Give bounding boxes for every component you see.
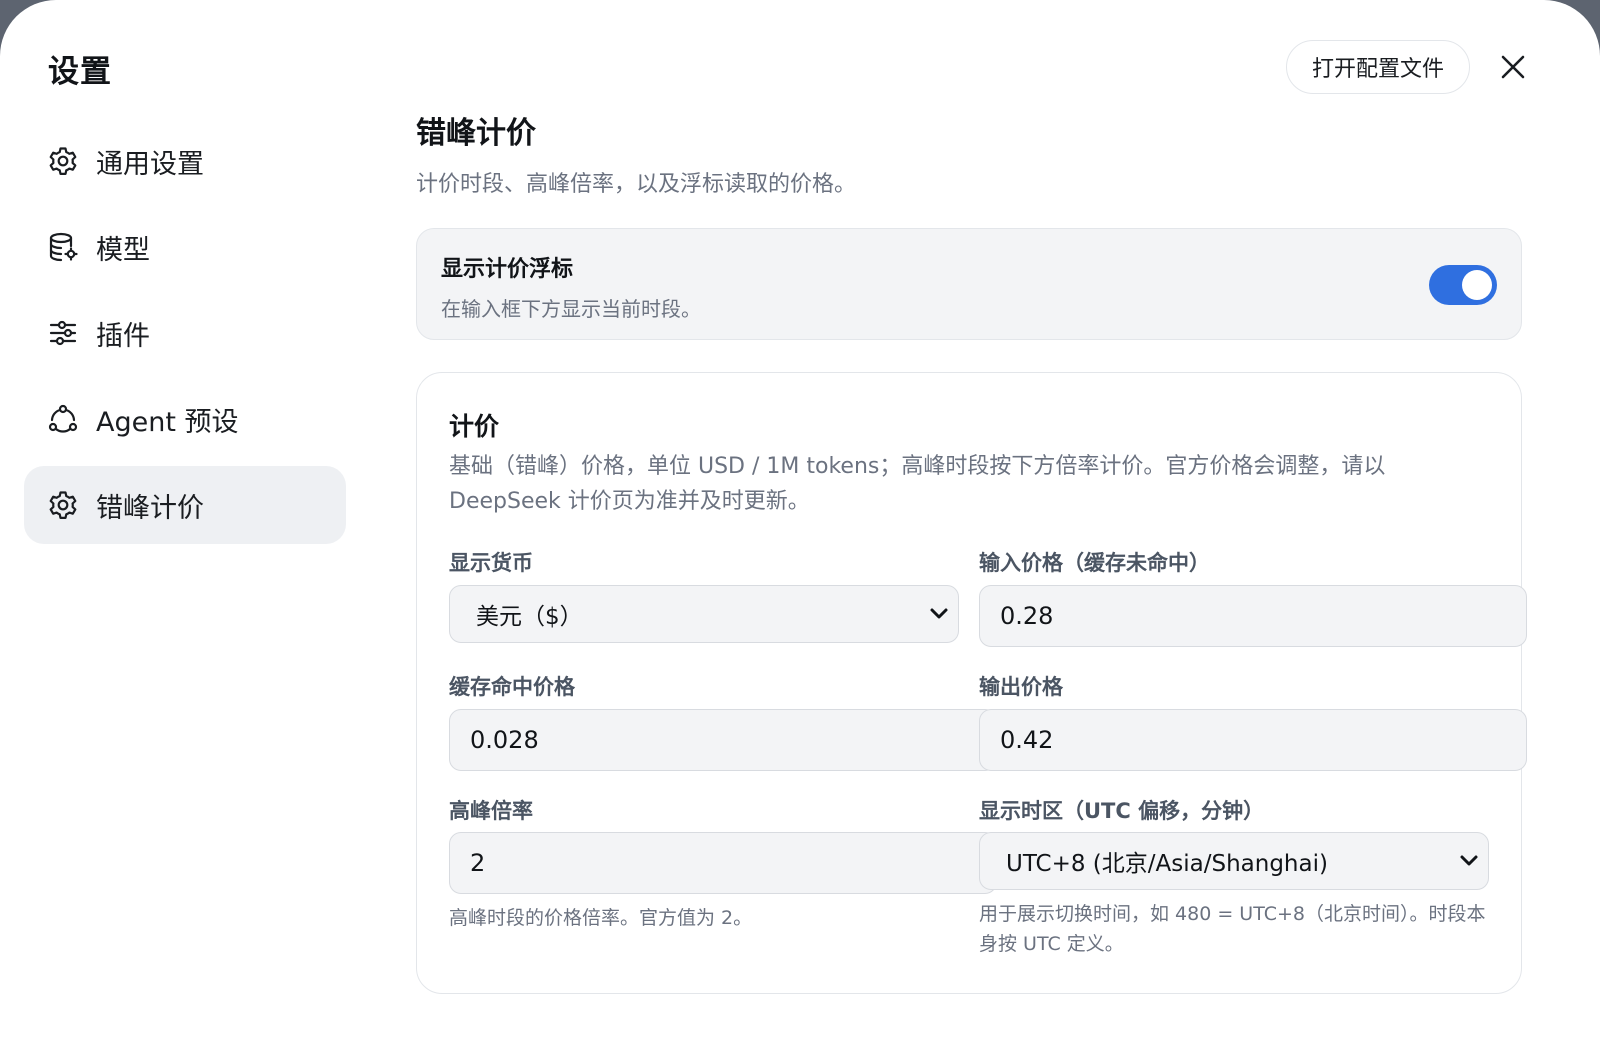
sidebar-item-general[interactable]: 通用设置 xyxy=(24,122,346,200)
open-config-button[interactable]: 打开配置文件 xyxy=(1286,40,1470,94)
toggle-knob xyxy=(1462,270,1492,300)
cache-hit-label: 缓存命中价格 xyxy=(449,675,575,699)
chevron-down-icon xyxy=(930,608,948,619)
gear-icon xyxy=(46,144,80,178)
agent-icon xyxy=(46,402,80,436)
peak-rate-hint: 高峰时段的价格倍率。官方值为 2。 xyxy=(449,907,753,929)
badge-toggle-card: 显示计价浮标 在输入框下方显示当前时段。 xyxy=(416,228,1522,340)
sidebar-item-plugins[interactable]: 插件 xyxy=(24,294,346,372)
database-icon xyxy=(46,230,80,264)
input-price-label: 输入价格（缓存未命中） xyxy=(979,551,1210,575)
timezone-select-value: UTC+8 (北京/Asia/Shanghai) xyxy=(1006,851,1328,877)
sidebar-item-label: 通用设置 xyxy=(96,148,204,180)
sidebar-item-label: Agent 预设 xyxy=(96,406,239,438)
pricing-title: 计价 xyxy=(449,412,500,441)
section-title: 错峰计价 xyxy=(416,116,536,151)
timezone-hint: 用于展示切换时间，如 480 = UTC+8（北京时间）。时段本身按 UTC 定… xyxy=(979,903,1486,955)
settings-window: 设置 打开配置文件 通用设置 模型 插件 Agent 预设 错峰计价 错峰计价 … xyxy=(0,0,1600,1062)
toggle-description: 在输入框下方显示当前时段。 xyxy=(441,297,701,321)
main-panel: 错峰计价 计价时段、高峰倍率，以及浮标读取的价格。 显示计价浮标 在输入框下方显… xyxy=(416,108,1527,994)
toggle-title: 显示计价浮标 xyxy=(441,257,574,282)
sidebar-item-offpeak-pricing[interactable]: 错峰计价 xyxy=(24,466,346,544)
gear-icon xyxy=(46,488,80,522)
currency-select-value: 美元（$） xyxy=(476,604,583,630)
peak-rate-field[interactable]: 2 xyxy=(449,832,997,894)
cache-hit-price-field[interactable]: 0.028 xyxy=(449,709,997,771)
sidebar-item-label: 插件 xyxy=(96,320,150,352)
timezone-label: 显示时区（UTC 偏移，分钟） xyxy=(979,799,1265,823)
chevron-down-icon xyxy=(1460,855,1478,866)
timezone-select[interactable]: UTC+8 (北京/Asia/Shanghai) xyxy=(979,832,1489,890)
sliders-icon xyxy=(46,316,80,350)
close-button[interactable] xyxy=(1494,48,1532,86)
sidebar-nav: 通用设置 模型 插件 Agent 预设 错峰计价 xyxy=(24,122,346,552)
section-description: 计价时段、高峰倍率，以及浮标读取的价格。 xyxy=(416,172,857,197)
sidebar-item-label: 错峰计价 xyxy=(96,492,204,524)
sidebar-item-label: 模型 xyxy=(96,234,150,266)
close-icon xyxy=(1501,55,1525,79)
currency-label: 显示货币 xyxy=(449,551,533,575)
peak-rate-label: 高峰倍率 xyxy=(449,799,533,823)
output-price-label: 输出价格 xyxy=(979,675,1063,699)
show-badge-toggle[interactable] xyxy=(1429,265,1497,305)
currency-select[interactable]: 美元（$） xyxy=(449,585,959,643)
pricing-card: 计价 基础（错峰）价格，单位 USD / 1M tokens；高峰时段按下方倍率… xyxy=(416,372,1527,994)
sidebar-item-agent-presets[interactable]: Agent 预设 xyxy=(24,380,346,458)
page-title: 设置 xyxy=(48,54,112,90)
pricing-description: 基础（错峰）价格，单位 USD / 1M tokens；高峰时段按下方倍率计价。… xyxy=(449,454,1386,514)
output-price-field[interactable]: 0.42 xyxy=(979,709,1527,771)
input-price-field[interactable]: 0.28 xyxy=(979,585,1527,647)
sidebar-item-models[interactable]: 模型 xyxy=(24,208,346,286)
